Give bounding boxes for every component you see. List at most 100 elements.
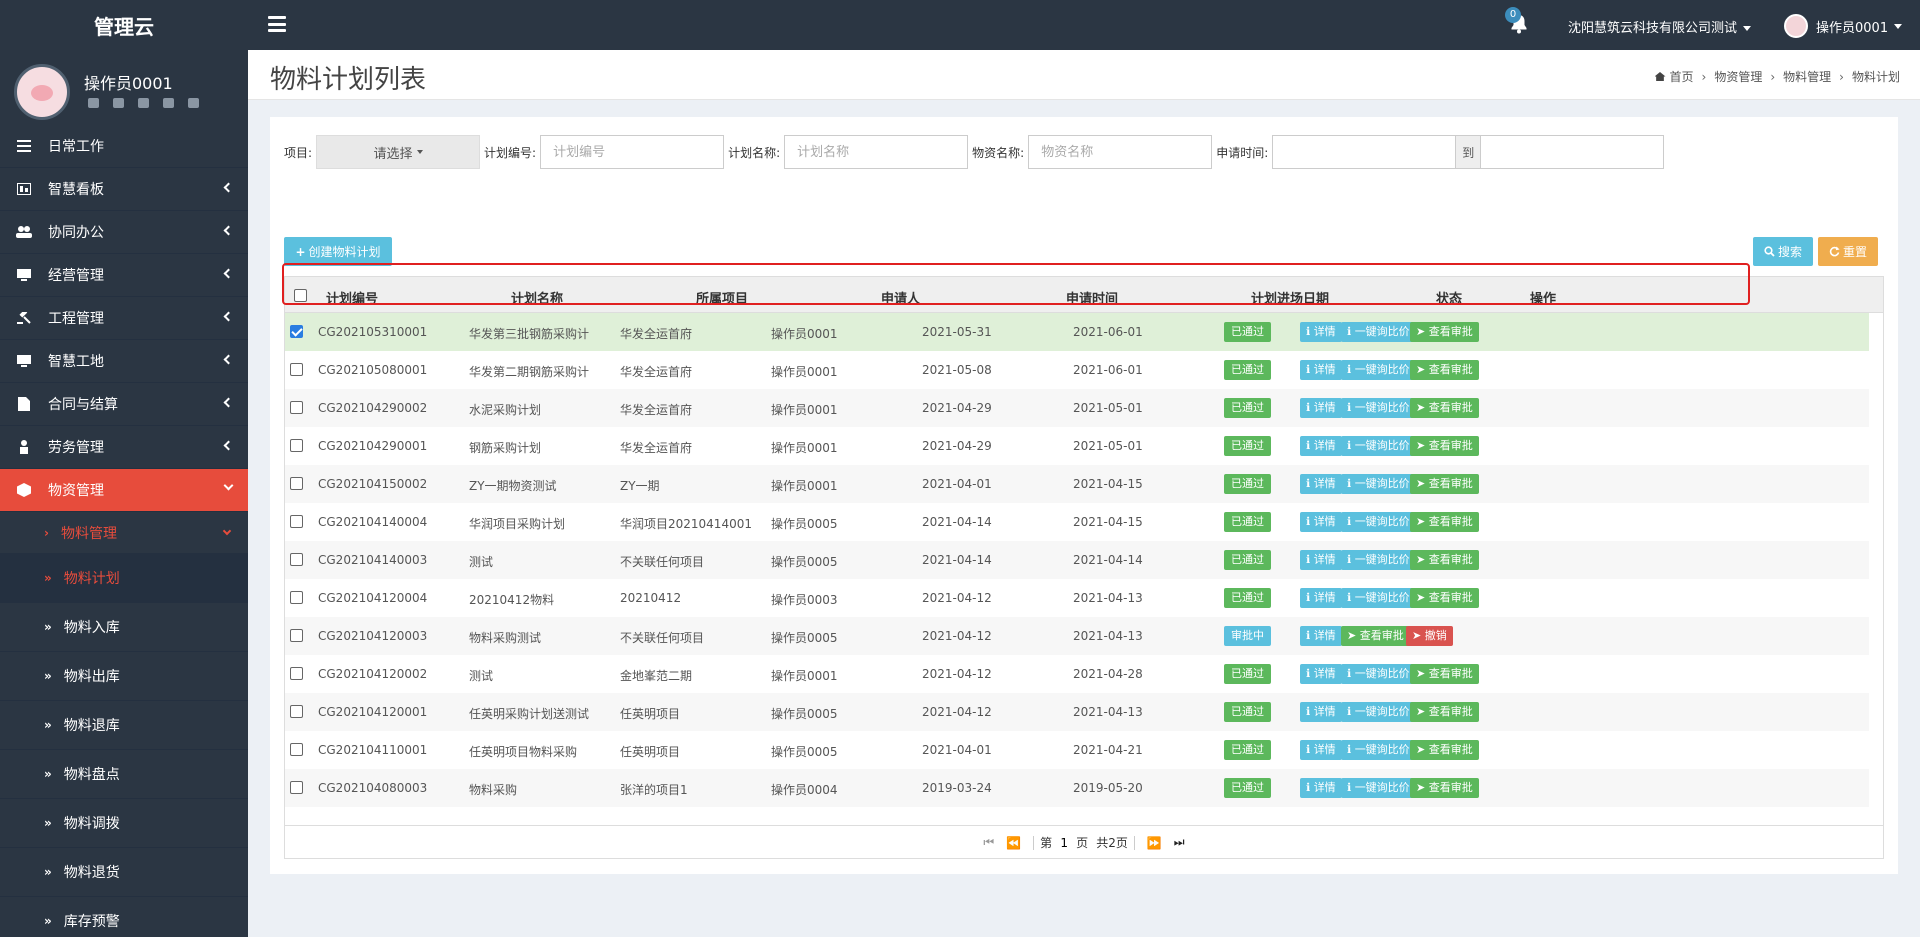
breadcrumb-item[interactable]: 物资管理 xyxy=(1714,68,1762,85)
table-row[interactable]: CG202104120001 任英明采购计划送测试 任英明项目 操作员0005 2021… xyxy=(285,693,1869,731)
breadcrumb-home[interactable]: 首页 xyxy=(1670,68,1694,85)
col-apply-time[interactable]: 申请时间 xyxy=(1066,288,1118,307)
submenu-item[interactable]: » 物料出库 xyxy=(0,652,248,701)
table-row[interactable]: CG202104110001 任英明项目物料采购 任英明项目 操作员0005 2021-… xyxy=(285,731,1869,769)
apply-time-end-input[interactable] xyxy=(1480,135,1665,169)
detail-button[interactable]: ℹ 详情 xyxy=(1300,550,1342,570)
plan-name-input[interactable] xyxy=(784,135,969,169)
first-page-icon[interactable]: ⏮ xyxy=(983,835,994,850)
submenu-item[interactable]: » 物料退货 xyxy=(0,848,248,897)
col-entry-date[interactable]: 计划进场日期 xyxy=(1251,288,1329,307)
page-number-input[interactable] xyxy=(1052,832,1077,853)
brand-logo[interactable]: 管理云 xyxy=(0,0,248,50)
row-checkbox[interactable] xyxy=(290,629,303,642)
company-dropdown[interactable]: 沈阳慧筑云科技有限公司测试 xyxy=(1568,17,1752,36)
detail-button[interactable]: ℹ 详情 xyxy=(1300,360,1342,380)
compare-price-button[interactable]: ℹ 一键询比价 xyxy=(1341,436,1416,456)
submenu-item[interactable]: » 物料计划 xyxy=(0,554,248,603)
detail-button[interactable]: ℹ 详情 xyxy=(1300,398,1342,418)
revoke-button[interactable]: ➤ 撤销 xyxy=(1406,626,1453,646)
compare-price-button[interactable]: ℹ 一键询比价 xyxy=(1341,588,1416,608)
table-row[interactable]: CG202104120002 测试 金地峯范二期 操作员0001 2021-04-12 2… xyxy=(285,655,1869,693)
user-icon[interactable] xyxy=(88,98,99,108)
submenu-parent[interactable]: › 物料管理 xyxy=(0,512,248,554)
row-checkbox[interactable] xyxy=(290,553,303,566)
sidebar-item[interactable]: 物资管理 xyxy=(0,469,248,512)
row-checkbox[interactable] xyxy=(290,667,303,680)
plan-no-input[interactable] xyxy=(540,135,725,169)
row-checkbox[interactable] xyxy=(290,515,303,528)
view-approval-button[interactable]: ➤ 查看审批 xyxy=(1410,512,1479,532)
create-plan-button[interactable]: + 创建物料计划 xyxy=(284,237,392,266)
table-row[interactable]: CG202104080003 物料采购 张洋的项目1 操作员0004 2019-03-2… xyxy=(285,769,1869,807)
detail-button[interactable]: ℹ 详情 xyxy=(1300,626,1342,646)
row-checkbox[interactable] xyxy=(290,743,303,756)
search-button[interactable]: 搜索 xyxy=(1753,237,1813,266)
view-approval-button[interactable]: ➤ 查看审批 xyxy=(1410,588,1479,608)
view-approval-button[interactable]: ➤ 查看审批 xyxy=(1410,740,1479,760)
sidebar-item[interactable]: 经营管理 xyxy=(0,254,248,297)
view-approval-button[interactable]: ➤ 查看审批 xyxy=(1410,398,1479,418)
row-checkbox[interactable] xyxy=(290,363,303,376)
apply-time-start-input[interactable] xyxy=(1272,135,1457,169)
view-approval-button[interactable]: ➤ 查看审批 xyxy=(1410,322,1479,342)
menu-toggle-icon[interactable] xyxy=(268,16,286,32)
table-row[interactable]: CG202104150002 ZY一期物资测试 ZY一期 操作员0001 2021-04… xyxy=(285,465,1869,503)
row-checkbox[interactable] xyxy=(290,439,303,452)
submenu-item[interactable]: » 物料退库 xyxy=(0,701,248,750)
edit-icon[interactable] xyxy=(138,98,149,108)
prev-page-icon[interactable]: ⏪ xyxy=(1006,836,1021,850)
row-checkbox[interactable] xyxy=(290,401,303,414)
detail-button[interactable]: ℹ 详情 xyxy=(1300,436,1342,456)
sidebar-item[interactable]: 协同办公 xyxy=(0,211,248,254)
table-row[interactable]: CG202104120004 20210412物料 20210412 操作员0003 2… xyxy=(285,579,1869,617)
table-row[interactable]: CG202104290001 钢筋采购计划 华发全运首府 操作员0001 2021-04… xyxy=(285,427,1869,465)
view-approval-button[interactable]: ➤ 查看审批 xyxy=(1410,702,1479,722)
view-approval-button[interactable]: ➤ 查看审批 xyxy=(1410,436,1479,456)
id-card-icon[interactable] xyxy=(113,98,124,108)
select-all-checkbox[interactable] xyxy=(294,289,307,302)
row-checkbox[interactable] xyxy=(290,781,303,794)
col-plan-name[interactable]: 计划名称 xyxy=(511,288,563,307)
sidebar-item[interactable]: 合同与结算 xyxy=(0,383,248,426)
submenu-item[interactable]: » 库存预警 xyxy=(0,897,248,937)
view-approval-button[interactable]: ➤ 查看审批 xyxy=(1410,360,1479,380)
sidebar-item[interactable]: 日常工作 xyxy=(0,125,248,168)
compare-price-button[interactable]: ℹ 一键询比价 xyxy=(1341,778,1416,798)
submenu-item[interactable]: » 物料盘点 xyxy=(0,750,248,799)
table-row[interactable]: CG202104140003 测试 不关联任何项目 操作员0005 2021-04-14… xyxy=(285,541,1869,579)
row-checkbox[interactable] xyxy=(290,325,303,338)
last-page-icon[interactable]: ⏭ xyxy=(1174,835,1185,850)
detail-button[interactable]: ℹ 详情 xyxy=(1300,778,1342,798)
compare-price-button[interactable]: ℹ 一键询比价 xyxy=(1341,702,1416,722)
row-checkbox[interactable] xyxy=(290,705,303,718)
breadcrumb-item[interactable]: 物料管理 xyxy=(1783,68,1831,85)
view-approval-button[interactable]: ➤ 查看审批 xyxy=(1341,626,1410,646)
logout-icon[interactable] xyxy=(188,98,199,108)
compare-price-button[interactable]: ℹ 一键询比价 xyxy=(1341,550,1416,570)
sidebar-item[interactable]: 劳务管理 xyxy=(0,426,248,469)
compare-price-button[interactable]: ℹ 一键询比价 xyxy=(1341,740,1416,760)
sidebar-item[interactable]: 工程管理 xyxy=(0,297,248,340)
next-page-icon[interactable]: ⏩ xyxy=(1147,836,1162,850)
detail-button[interactable]: ℹ 详情 xyxy=(1300,512,1342,532)
detail-button[interactable]: ℹ 详情 xyxy=(1300,702,1342,722)
table-row[interactable]: CG202104120003 物料采购测试 不关联任何项目 操作员0005 2021-0… xyxy=(285,617,1869,655)
project-select[interactable]: 请选择 xyxy=(316,135,481,169)
col-applicant[interactable]: 申请人 xyxy=(881,288,920,307)
row-checkbox[interactable] xyxy=(290,477,303,490)
reset-button[interactable]: 重置 xyxy=(1818,237,1878,266)
detail-button[interactable]: ℹ 详情 xyxy=(1300,664,1342,684)
table-row[interactable]: CG202104140004 华润项目采购计划 华润项目20210414001 操作员… xyxy=(285,503,1869,541)
col-project[interactable]: 所属项目 xyxy=(696,288,748,307)
row-checkbox[interactable] xyxy=(290,591,303,604)
compare-price-button[interactable]: ℹ 一键询比价 xyxy=(1341,360,1416,380)
view-approval-button[interactable]: ➤ 查看审批 xyxy=(1410,474,1479,494)
submenu-item[interactable]: » 物料入库 xyxy=(0,603,248,652)
material-name-input[interactable] xyxy=(1028,135,1213,169)
sidebar-item[interactable]: 智慧工地 xyxy=(0,340,248,383)
table-row[interactable]: CG202105310001 华发第三批钢筋采购计 华发全运首府 操作员0001 202… xyxy=(285,313,1869,351)
user-dropdown[interactable]: 操作员0001 xyxy=(1784,14,1903,38)
view-approval-button[interactable]: ➤ 查看审批 xyxy=(1410,550,1479,570)
submenu-item[interactable]: » 物料调拨 xyxy=(0,799,248,848)
